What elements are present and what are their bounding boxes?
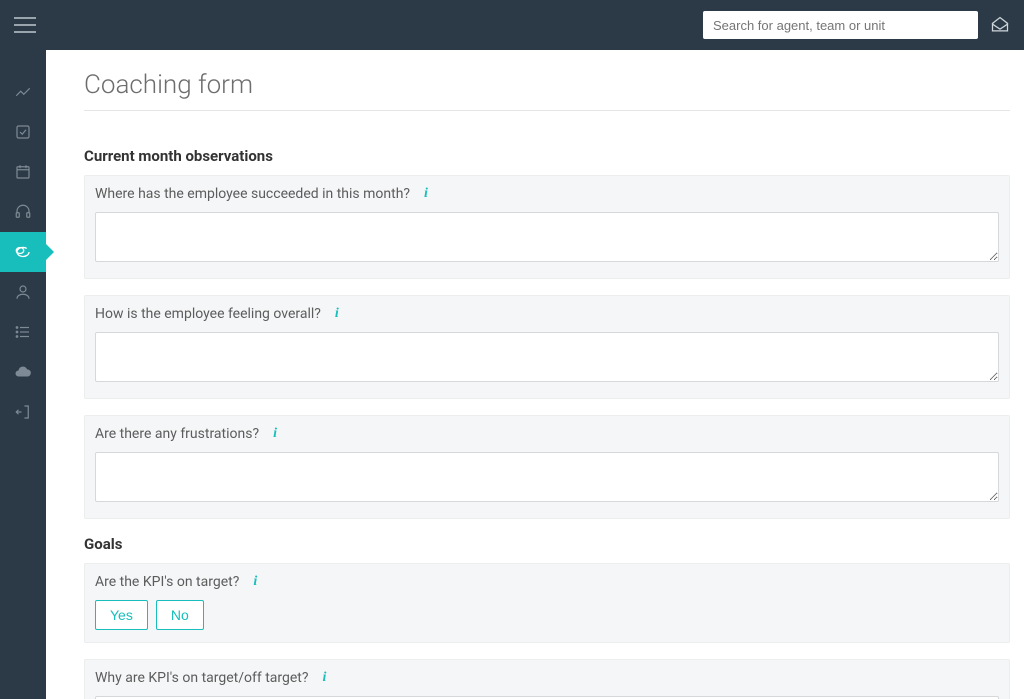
question-label: Why are KPI's on target/off target? xyxy=(95,670,309,686)
info-icon[interactable]: i xyxy=(323,670,327,686)
sidebar-item-calendar[interactable] xyxy=(0,152,46,192)
info-icon[interactable]: i xyxy=(335,306,339,322)
info-icon[interactable]: i xyxy=(273,426,277,442)
inbox-icon[interactable] xyxy=(990,15,1010,35)
frustrations-textarea[interactable] xyxy=(95,452,999,502)
info-icon[interactable]: i xyxy=(424,186,428,202)
info-icon[interactable]: i xyxy=(253,574,257,590)
sidebar-item-user[interactable] xyxy=(0,272,46,312)
hamburger-menu-icon[interactable] xyxy=(14,17,36,33)
page-title: Coaching form xyxy=(84,70,1010,111)
succeeded-textarea[interactable] xyxy=(95,212,999,262)
main-content: Coaching form Current month observations… xyxy=(46,50,1024,699)
sidebar-item-cloud[interactable] xyxy=(0,352,46,392)
sidebar-item-analytics[interactable] xyxy=(0,72,46,112)
question-block: Where has the employee succeeded in this… xyxy=(84,175,1010,279)
top-header xyxy=(0,0,1024,50)
section-heading-goals: Goals xyxy=(84,535,1010,553)
question-label: Are there any frustrations? xyxy=(95,426,259,442)
sidebar-item-coaching[interactable] xyxy=(0,232,46,272)
sidebar-item-list[interactable] xyxy=(0,312,46,352)
feeling-textarea[interactable] xyxy=(95,332,999,382)
sidebar-item-tasks[interactable] xyxy=(0,112,46,152)
question-label: Are the KPI's on target? xyxy=(95,574,239,590)
question-label: How is the employee feeling overall? xyxy=(95,306,321,322)
question-label: Where has the employee succeeded in this… xyxy=(95,186,410,202)
question-block: Are there any frustrations? i xyxy=(84,415,1010,519)
section-heading-observations: Current month observations xyxy=(84,147,1010,165)
kpi-no-button[interactable]: No xyxy=(156,600,204,630)
sidebar-item-logout[interactable] xyxy=(0,392,46,432)
question-block: Are the KPI's on target? i Yes No xyxy=(84,563,1010,643)
search-input[interactable] xyxy=(703,11,978,39)
question-block: Why are KPI's on target/off target? i xyxy=(84,659,1010,699)
question-block: How is the employee feeling overall? i xyxy=(84,295,1010,399)
sidebar-item-headset[interactable] xyxy=(0,192,46,232)
kpi-yes-button[interactable]: Yes xyxy=(95,600,148,630)
sidebar xyxy=(0,50,46,699)
